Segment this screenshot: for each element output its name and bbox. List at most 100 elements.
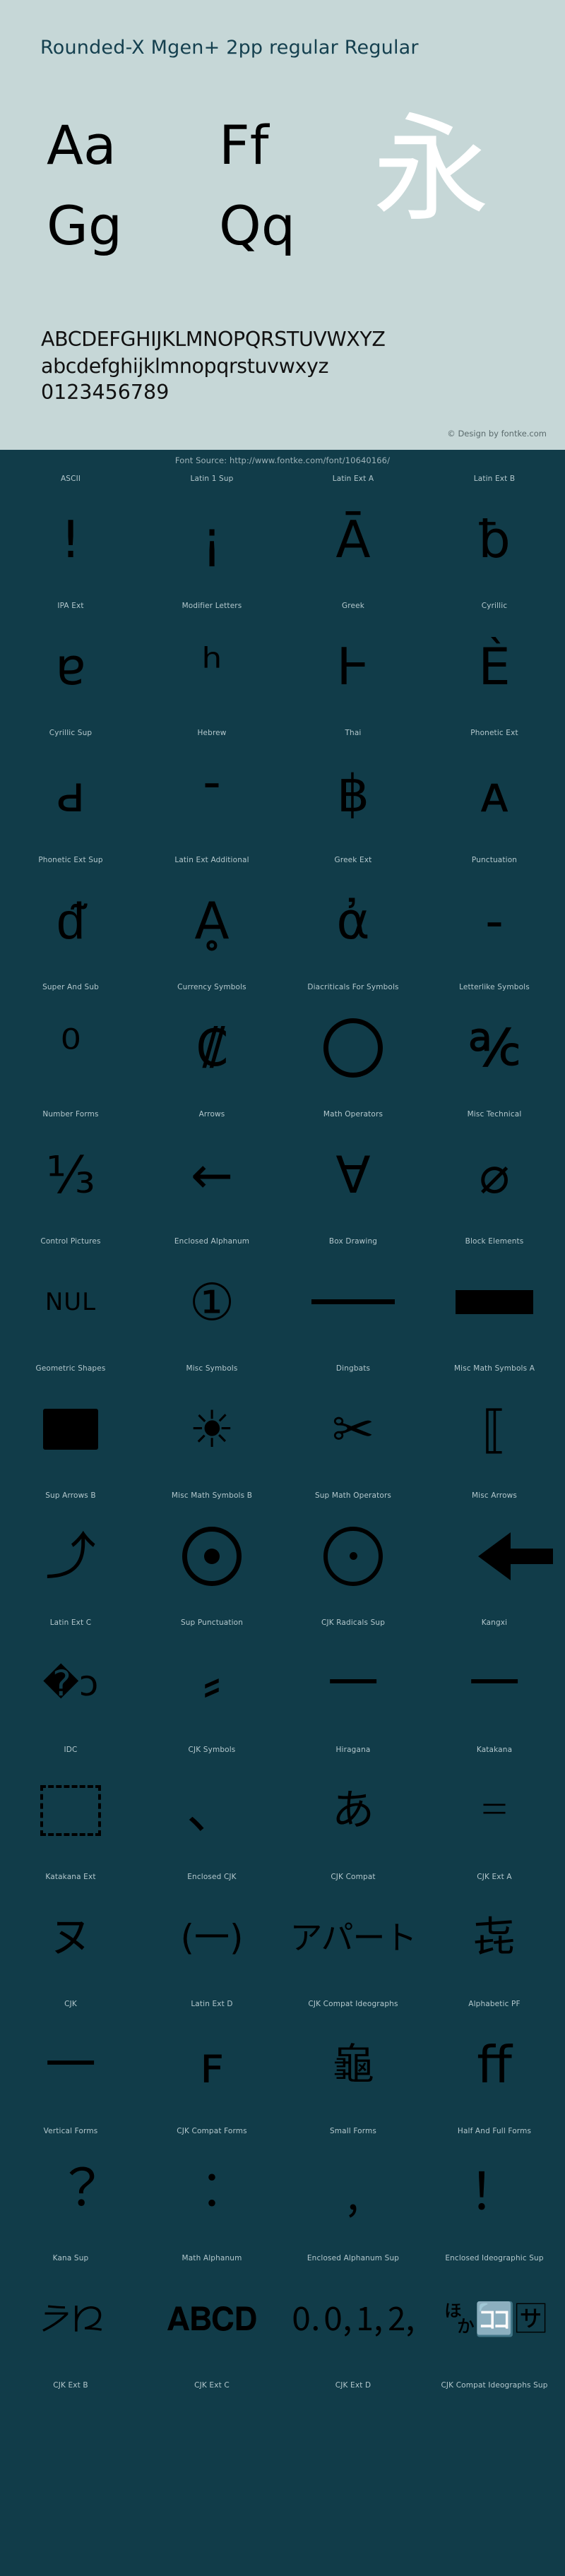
unicode-block-cell[interactable]: CJK Compat Forms ︰	[141, 2121, 282, 2248]
unicode-block-glyph: 龜	[282, 2008, 424, 2121]
sample-letters-grid: Aa Ff Gg Qq 永	[34, 106, 542, 297]
unicode-block-cell[interactable]: Currency Symbols ₡	[141, 977, 282, 1104]
unicode-block-cell[interactable]: Thai ฿	[282, 722, 424, 849]
unicode-block-label: CJK Radicals Sup	[286, 1612, 420, 1627]
unicode-block-cell[interactable]: CJK Symbols 、	[141, 1739, 282, 1866]
unicode-block-glyph: ƀ	[424, 483, 565, 595]
unicode-block-cell[interactable]: Hiragana あ	[282, 1739, 424, 1866]
unicode-block-label: Latin 1 Sup	[145, 468, 279, 483]
unicode-block-cell[interactable]: Small Forms ﹐	[282, 2121, 424, 2248]
unicode-block-cell[interactable]: Arrows ←	[141, 1104, 282, 1231]
unicode-block-cell[interactable]: Misc Symbols ☀	[141, 1358, 282, 1485]
unicode-block-cell[interactable]: Control Pictures NUL	[0, 1231, 141, 1358]
unicode-block-cell[interactable]: Math Alphanum 𝐀𝐁𝐂𝐃	[141, 2248, 282, 2375]
unicode-block-cell[interactable]: Punctuation ‐	[424, 849, 565, 977]
unicode-block-glyph: ✂	[282, 1373, 424, 1485]
unicode-block-cell[interactable]: Sup Math Operators	[282, 1485, 424, 1612]
unicode-block-row: IPA Ext ɐ Modifier Letters ʰ Greek Ͱ Cyrillic Ѐ	[0, 595, 565, 722]
unicode-block-row: CJK 一 Latin Ext Dꜰ CJK Compat Ideographs 龜 Al…	[0, 1993, 565, 2121]
unicode-block-cell[interactable]: Latin Ext A Ā	[282, 468, 424, 595]
unicode-block-cell[interactable]: Number Forms ⅓	[0, 1104, 141, 1231]
unicode-block-glyph: ⼀	[282, 1627, 424, 1739]
sample-letter-qq: Qq	[219, 199, 295, 253]
unicode-block-cell[interactable]: CJK Compat Ideographs 龜	[282, 1993, 424, 2121]
glyph-shape-icon	[456, 1290, 533, 1314]
unicode-block-cell[interactable]: CJK Radicals Sup ⼀	[282, 1612, 424, 1739]
unicode-block-label: Enclosed Alphanum Sup	[286, 2248, 420, 2262]
unicode-block-cell[interactable]: IPA Ext ɐ	[0, 595, 141, 722]
unicode-block-label: Misc Arrows	[427, 1485, 561, 1500]
unicode-block-cell[interactable]: Enclosed Alphanum Sup 🄀🄁🄂🄃	[282, 2248, 424, 2375]
unicode-block-label: Cyrillic	[427, 595, 561, 610]
unicode-block-cell[interactable]: Latin Ext D ꜰ	[141, 1993, 282, 2121]
unicode-block-cell[interactable]: Vertical Forms ︖	[0, 2121, 141, 2248]
unicode-block-cell[interactable]: Letterlike Symbols ℀	[424, 977, 565, 1104]
unicode-block-cell[interactable]: Sup Punctuation ⸗	[141, 1612, 282, 1739]
unicode-block-cell[interactable]: Modifier Letters ʰ	[141, 595, 282, 722]
unicode-block-glyph: ־	[141, 737, 282, 849]
unicode-block-row: IDC CJK Symbols、 Hiragana あ Katakana ゠	[0, 1739, 565, 1866]
unicode-block-cell[interactable]: CJK Ext D 𫝀𫝁𫝂	[282, 2375, 424, 2502]
unicode-block-cell[interactable]: Box Drawing	[282, 1231, 424, 1358]
unicode-block-cell[interactable]: CJK Ext B 𠀀𠀁𠀂𠀃	[0, 2375, 141, 2502]
unicode-block-cell[interactable]: Block Elements	[424, 1231, 565, 1358]
unicode-block-cell[interactable]: Latin Ext C �ↄ	[0, 1612, 141, 1739]
alphabet-preview: ABCDEFGHIJKLMNOPQRSTUVWXYZ abcdefghijklm…	[41, 326, 386, 406]
sample-letter-ff: Ff	[219, 119, 268, 172]
unicode-block-row: CJK Ext B 𠀀𠀁𠀂𠀃 CJK Ext C 𪜀𪜁𪜂 CJK Ext D 𫝀𫝁𫝂 CJK…	[0, 2375, 565, 2502]
unicode-block-cell[interactable]: Latin 1 Sup ¡	[141, 468, 282, 595]
unicode-block-cell[interactable]: Half And Full Forms ！	[424, 2121, 565, 2248]
unicode-block-row: Super And Sub ⁰ Currency Symbols ₡ Diacritic…	[0, 977, 565, 1104]
unicode-block-cell[interactable]: Enclosed CJK (一)	[141, 1866, 282, 1993]
sample-letter-cjk: 永	[373, 112, 489, 228]
sample-letter-gg: Gg	[47, 199, 122, 253]
unicode-block-cell[interactable]: CJK Ext A 㐂	[424, 1866, 565, 1993]
unicode-block-cell[interactable]: Greek Ͱ	[282, 595, 424, 722]
unicode-block-label: Katakana Ext	[4, 1866, 138, 1881]
unicode-block-cell[interactable]: Phonetic Ext ᴀ	[424, 722, 565, 849]
unicode-block-label: CJK Symbols	[145, 1739, 279, 1754]
unicode-block-glyph: 𠀀𠀁𠀂𠀃	[0, 2390, 141, 2502]
unicode-block-glyph: ←	[141, 1119, 282, 1231]
unicode-block-cell[interactable]: Latin Ext B ƀ	[424, 468, 565, 595]
unicode-block-cell[interactable]: Dingbats ✂	[282, 1358, 424, 1485]
unicode-block-cell[interactable]: Sup Arrows B ⤴	[0, 1485, 141, 1612]
unicode-block-cell[interactable]: Misc Math Symbols A ⟦	[424, 1358, 565, 1485]
unicode-block-cell[interactable]: Misc Math Symbols B	[141, 1485, 282, 1612]
unicode-block-cell[interactable]: Hebrew ־	[141, 722, 282, 849]
unicode-block-glyph: ꜰ	[141, 2008, 282, 2121]
unicode-block-cell[interactable]: Cyrillic Sup ԁ	[0, 722, 141, 849]
glyph-shape-icon	[182, 1527, 242, 1586]
unicode-block-cell[interactable]: CJK Ext C 𪜀𪜁𪜂	[141, 2375, 282, 2502]
unicode-block-cell[interactable]: Cyrillic Ѐ	[424, 595, 565, 722]
unicode-block-cell[interactable]: Latin Ext Additional Ḁ	[141, 849, 282, 977]
unicode-block-cell[interactable]: Enclosed Alphanum ①	[141, 1231, 282, 1358]
unicode-block-cell[interactable]: Misc Technical ⌀	[424, 1104, 565, 1231]
unicode-block-cell[interactable]: Kangxi ⼀	[424, 1612, 565, 1739]
unicode-block-cell[interactable]: CJK 一	[0, 1993, 141, 2121]
unicode-block-cell[interactable]: Greek Ext ἀ	[282, 849, 424, 977]
unicode-block-glyph: ⌀	[424, 1119, 565, 1231]
unicode-block-label: Cyrillic Sup	[4, 722, 138, 737]
unicode-block-glyph: !	[0, 483, 141, 595]
unicode-block-cell[interactable]: Alphabetic PF ﬀ	[424, 1993, 565, 2121]
unicode-block-cell[interactable]: Math Operators ∀	[282, 1104, 424, 1231]
unicode-block-cell[interactable]: CJK Compat アパート	[282, 1866, 424, 1993]
unicode-block-cell[interactable]: Geometric Shapes	[0, 1358, 141, 1485]
unicode-block-cell[interactable]: Katakana Ext ヌ	[0, 1866, 141, 1993]
unicode-block-cell[interactable]: Enclosed Ideographic Sup 🈀🈁🈂🈃	[424, 2248, 565, 2375]
unicode-block-label: Modifier Letters	[145, 595, 279, 610]
unicode-block-cell[interactable]: Misc Arrows	[424, 1485, 565, 1612]
unicode-block-glyph: Ͱ	[282, 610, 424, 722]
unicode-block-glyph: ℀	[424, 991, 565, 1104]
font-source-link[interactable]: Font Source: http://www.fontke.com/font/…	[0, 450, 565, 468]
unicode-block-cell[interactable]: Katakana ゠	[424, 1739, 565, 1866]
unicode-block-cell[interactable]: Kana Sup 𛀀𛀁𛀂𛀃	[0, 2248, 141, 2375]
unicode-block-cell[interactable]: Super And Sub ⁰	[0, 977, 141, 1104]
unicode-block-label: Kangxi	[427, 1612, 561, 1627]
unicode-block-cell[interactable]: Phonetic Ext Sup ᵭ	[0, 849, 141, 977]
unicode-block-cell[interactable]: CJK Compat Ideographs Sup 𪴀𪴁𪴂	[424, 2375, 565, 2502]
unicode-block-cell[interactable]: Diacriticals For Symbols	[282, 977, 424, 1104]
unicode-block-cell[interactable]: IDC	[0, 1739, 141, 1866]
unicode-block-cell[interactable]: ASCII!	[0, 468, 141, 595]
